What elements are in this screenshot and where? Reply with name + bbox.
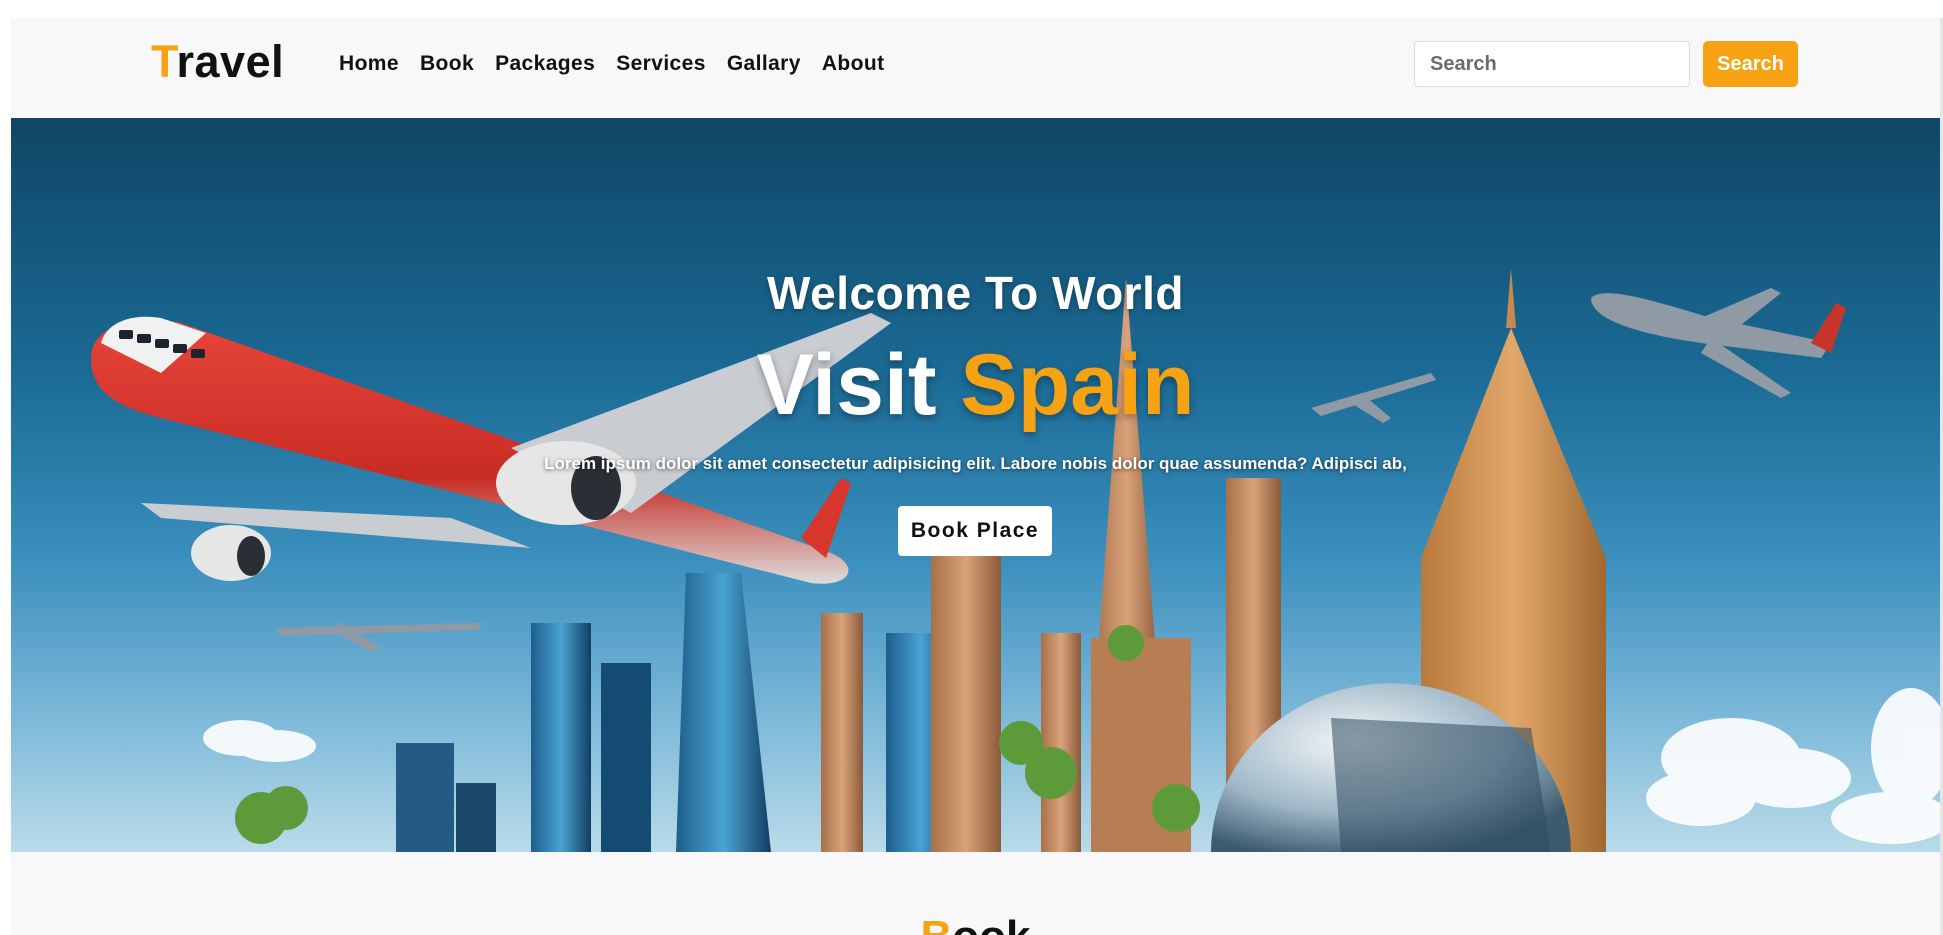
book-heading-first-letter: B [920, 912, 952, 935]
search-button[interactable]: Search [1703, 41, 1798, 87]
nav-link-services[interactable]: Services [616, 52, 706, 76]
brand-logo-first-letter: T [151, 36, 177, 87]
hero-title-plain: Visit [756, 337, 961, 433]
nav-link-about[interactable]: About [822, 52, 885, 76]
nav-link-book[interactable]: Book [420, 52, 474, 76]
nav-link-packages[interactable]: Packages [495, 52, 595, 76]
hero-subtitle: Welcome To World [767, 267, 1184, 319]
brand-logo-rest: ravel [176, 36, 285, 87]
hero-title-highlight: Spain [960, 337, 1195, 433]
hero-banner: Welcome To World Visit Spain Lorem ipsum… [11, 118, 1940, 852]
top-navbar: Travel Home Book Packages Services Galla… [11, 18, 1940, 118]
book-section-heading: Book [11, 912, 1940, 935]
page-frame: Travel Home Book Packages Services Galla… [11, 18, 1940, 935]
nav-link-home[interactable]: Home [339, 52, 399, 76]
hero-title: Visit Spain [11, 336, 1940, 435]
book-place-button[interactable]: Book Place [898, 506, 1052, 556]
hero-description: Lorem ipsum dolor sit amet consectetur a… [544, 454, 1407, 473]
search-input[interactable] [1414, 41, 1690, 87]
book-heading-rest: ook [952, 912, 1030, 935]
nav-link-gallary[interactable]: Gallary [727, 52, 801, 76]
brand-logo[interactable]: Travel [151, 36, 284, 88]
hero-content: Welcome To World Visit Spain Lorem ipsum… [11, 118, 1940, 852]
nav-links: Home Book Packages Services Gallary Abou… [339, 52, 884, 76]
